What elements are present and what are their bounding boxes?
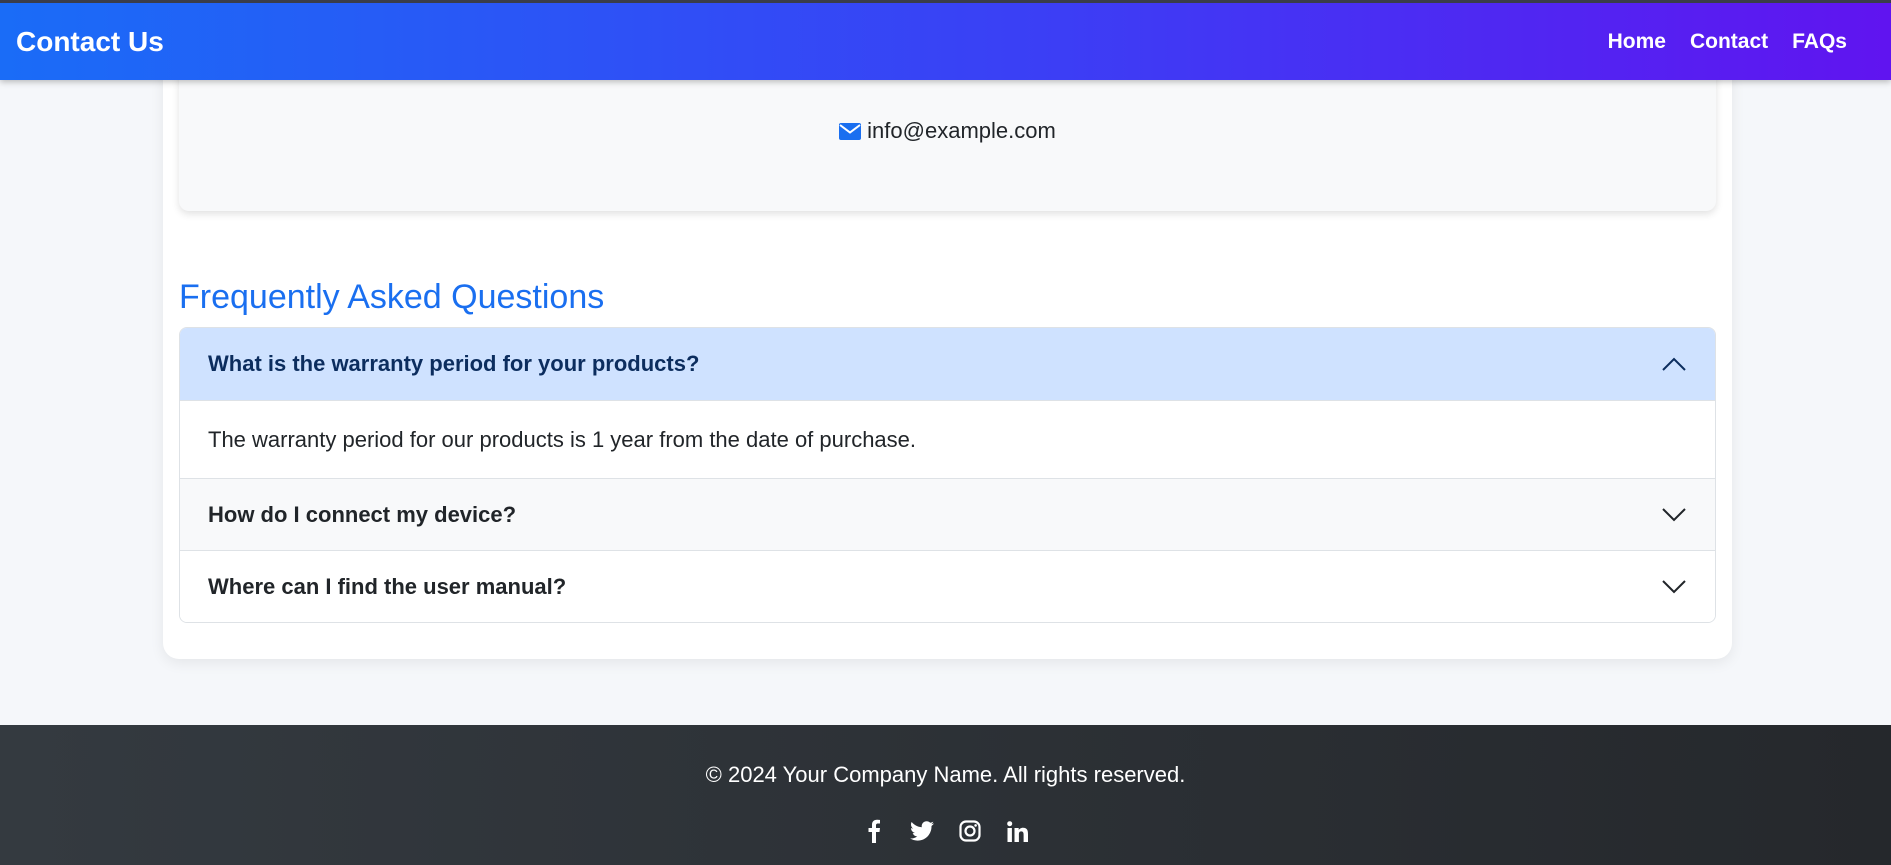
brand-title[interactable]: Contact Us — [16, 26, 164, 58]
copyright-text: © 2024 Your Company Name. All rights res… — [705, 762, 1186, 787]
nav-link-faqs[interactable]: FAQs — [1792, 30, 1847, 54]
chevron-down-icon — [1662, 507, 1686, 521]
faq-question-warranty[interactable]: What is the warranty period for your pro… — [180, 328, 1715, 400]
main-card: info@example.com Frequently Asked Questi… — [163, 60, 1732, 659]
email-row: info@example.com — [179, 118, 1716, 144]
social-links — [0, 818, 1891, 844]
navbar: Contact Us Home Contact FAQs — [0, 0, 1891, 80]
faq-question-label: Where can I find the user manual? — [208, 573, 567, 599]
faq-title: Frequently Asked Questions — [179, 278, 605, 316]
faq-answer-warranty: The warranty period for our products is … — [180, 400, 1715, 478]
faq-question-connect[interactable]: How do I connect my device? — [180, 478, 1715, 550]
email-address[interactable]: info@example.com — [867, 118, 1056, 144]
chevron-up-icon — [1662, 357, 1686, 371]
envelope-icon — [839, 122, 862, 140]
chevron-down-icon — [1662, 579, 1686, 593]
faq-accordion: What is the warranty period for your pro… — [179, 327, 1716, 623]
nav-link-home[interactable]: Home — [1608, 30, 1666, 54]
contact-info-card: info@example.com — [179, 60, 1716, 211]
linkedin-icon[interactable] — [1005, 818, 1031, 844]
faq-question-label: What is the warranty period for your pro… — [208, 351, 700, 376]
nav-links: Home Contact FAQs — [1608, 30, 1875, 54]
twitter-icon[interactable] — [909, 818, 935, 844]
footer: © 2024 Your Company Name. All rights res… — [0, 725, 1891, 865]
faq-answer-text: The warranty period for our products is … — [208, 426, 917, 452]
facebook-icon[interactable] — [861, 818, 887, 844]
faq-question-label: How do I connect my device? — [208, 501, 517, 527]
instagram-icon[interactable] — [957, 818, 983, 844]
faq-question-manual[interactable]: Where can I find the user manual? — [180, 550, 1715, 622]
nav-link-contact[interactable]: Contact — [1690, 30, 1768, 54]
